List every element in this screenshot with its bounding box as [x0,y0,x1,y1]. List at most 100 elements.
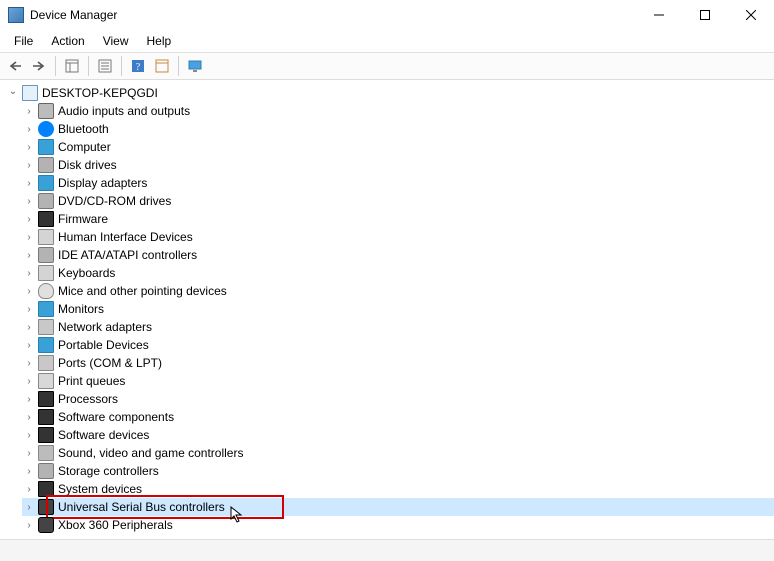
tree-item[interactable]: Software components [22,408,774,426]
toolbar-separator [55,56,56,76]
chip-icon [38,211,54,227]
minimize-button[interactable] [636,0,682,30]
tree-item[interactable]: Xbox 360 Peripherals [22,516,774,534]
usb-icon [38,499,54,515]
tree-item[interactable]: DVD/CD-ROM drives [22,192,774,210]
chevron-right-icon[interactable] [22,482,36,496]
tree-item-label: Display adapters [58,176,147,190]
device-tree[interactable]: DESKTOP-KEPQGDI Audio inputs and outputs… [0,80,774,538]
chip-icon [38,427,54,443]
menu-help[interactable]: Help [139,32,180,50]
tree-item[interactable]: Storage controllers [22,462,774,480]
tree-item-label: Bluetooth [58,122,109,136]
tree-item[interactable]: Disk drives [22,156,774,174]
tree-item-label: Monitors [58,302,104,316]
back-button[interactable] [4,55,26,77]
chevron-right-icon[interactable] [22,518,36,532]
monitor-icon [38,301,54,317]
disk-icon [38,157,54,173]
chevron-right-icon[interactable] [22,320,36,334]
chevron-right-icon[interactable] [22,446,36,460]
chevron-right-icon[interactable] [22,356,36,370]
menu-view[interactable]: View [95,32,137,50]
tree-item[interactable]: Display adapters [22,174,774,192]
tree-item[interactable]: Keyboards [22,264,774,282]
toolbar: ? [0,52,774,80]
window-controls [636,0,774,30]
chevron-right-icon[interactable] [22,230,36,244]
tree-item-label: Print queues [58,374,125,388]
tree-item[interactable]: Universal Serial Bus controllers [22,498,774,516]
properties-button[interactable] [94,55,116,77]
tree-item[interactable]: Computer [22,138,774,156]
chevron-right-icon[interactable] [22,338,36,352]
tree-item-label: Software components [58,410,174,424]
help-button[interactable]: ? [127,55,149,77]
keyboard-icon [38,229,54,245]
chevron-right-icon[interactable] [22,212,36,226]
close-button[interactable] [728,0,774,30]
chip-icon [38,409,54,425]
monitor-icon [38,139,54,155]
chevron-right-icon[interactable] [22,122,36,136]
chevron-right-icon[interactable] [22,428,36,442]
chevron-right-icon[interactable] [22,464,36,478]
menu-action[interactable]: Action [43,32,92,50]
tree-item[interactable]: Mice and other pointing devices [22,282,774,300]
tree-item-label: Firmware [58,212,108,226]
root-label: DESKTOP-KEPQGDI [42,86,158,100]
tree-item-label: Storage controllers [58,464,159,478]
chip-icon [38,481,54,497]
tree-item[interactable]: Ports (COM & LPT) [22,354,774,372]
chevron-right-icon[interactable] [22,104,36,118]
scan-hardware-button[interactable] [151,55,173,77]
tree-item[interactable]: Processors [22,390,774,408]
maximize-button[interactable] [682,0,728,30]
bluetooth-icon [38,121,54,137]
tree-item[interactable]: Human Interface Devices [22,228,774,246]
printer-icon [38,373,54,389]
show-hide-tree-button[interactable] [61,55,83,77]
titlebar: Device Manager [0,0,774,30]
chevron-down-icon[interactable] [6,86,20,100]
svg-text:?: ? [136,62,141,73]
chevron-right-icon[interactable] [22,176,36,190]
chevron-right-icon[interactable] [22,392,36,406]
tree-item[interactable]: Network adapters [22,318,774,336]
window-title: Device Manager [30,8,117,22]
chevron-right-icon[interactable] [22,500,36,514]
tree-item-label: Universal Serial Bus controllers [58,500,225,514]
tree-item[interactable]: Portable Devices [22,336,774,354]
chevron-right-icon[interactable] [22,194,36,208]
chevron-right-icon[interactable] [22,248,36,262]
tree-item[interactable]: Software devices [22,426,774,444]
tree-item[interactable]: Print queues [22,372,774,390]
chevron-right-icon[interactable] [22,140,36,154]
chevron-right-icon[interactable] [22,284,36,298]
tree-item[interactable]: Firmware [22,210,774,228]
menu-file[interactable]: File [6,32,41,50]
tree-item-label: Portable Devices [58,338,149,352]
statusbar [0,539,774,561]
chevron-right-icon[interactable] [22,410,36,424]
toolbar-separator [178,56,179,76]
toolbar-separator [88,56,89,76]
tree-item[interactable]: System devices [22,480,774,498]
chevron-right-icon[interactable] [22,158,36,172]
tree-item[interactable]: Audio inputs and outputs [22,102,774,120]
tree-root[interactable]: DESKTOP-KEPQGDI [6,84,774,102]
chevron-right-icon[interactable] [22,302,36,316]
chevron-right-icon[interactable] [22,374,36,388]
tree-item[interactable]: Monitors [22,300,774,318]
tree-item[interactable]: Sound, video and game controllers [22,444,774,462]
tree-item-label: System devices [58,482,142,496]
disk-icon [38,463,54,479]
forward-button[interactable] [28,55,50,77]
tree-item-label: DVD/CD-ROM drives [58,194,171,208]
xbox-icon [38,517,54,533]
tree-item-label: Mice and other pointing devices [58,284,227,298]
tree-item[interactable]: IDE ATA/ATAPI controllers [22,246,774,264]
monitor-button[interactable] [184,55,206,77]
chevron-right-icon[interactable] [22,266,36,280]
tree-item[interactable]: Bluetooth [22,120,774,138]
